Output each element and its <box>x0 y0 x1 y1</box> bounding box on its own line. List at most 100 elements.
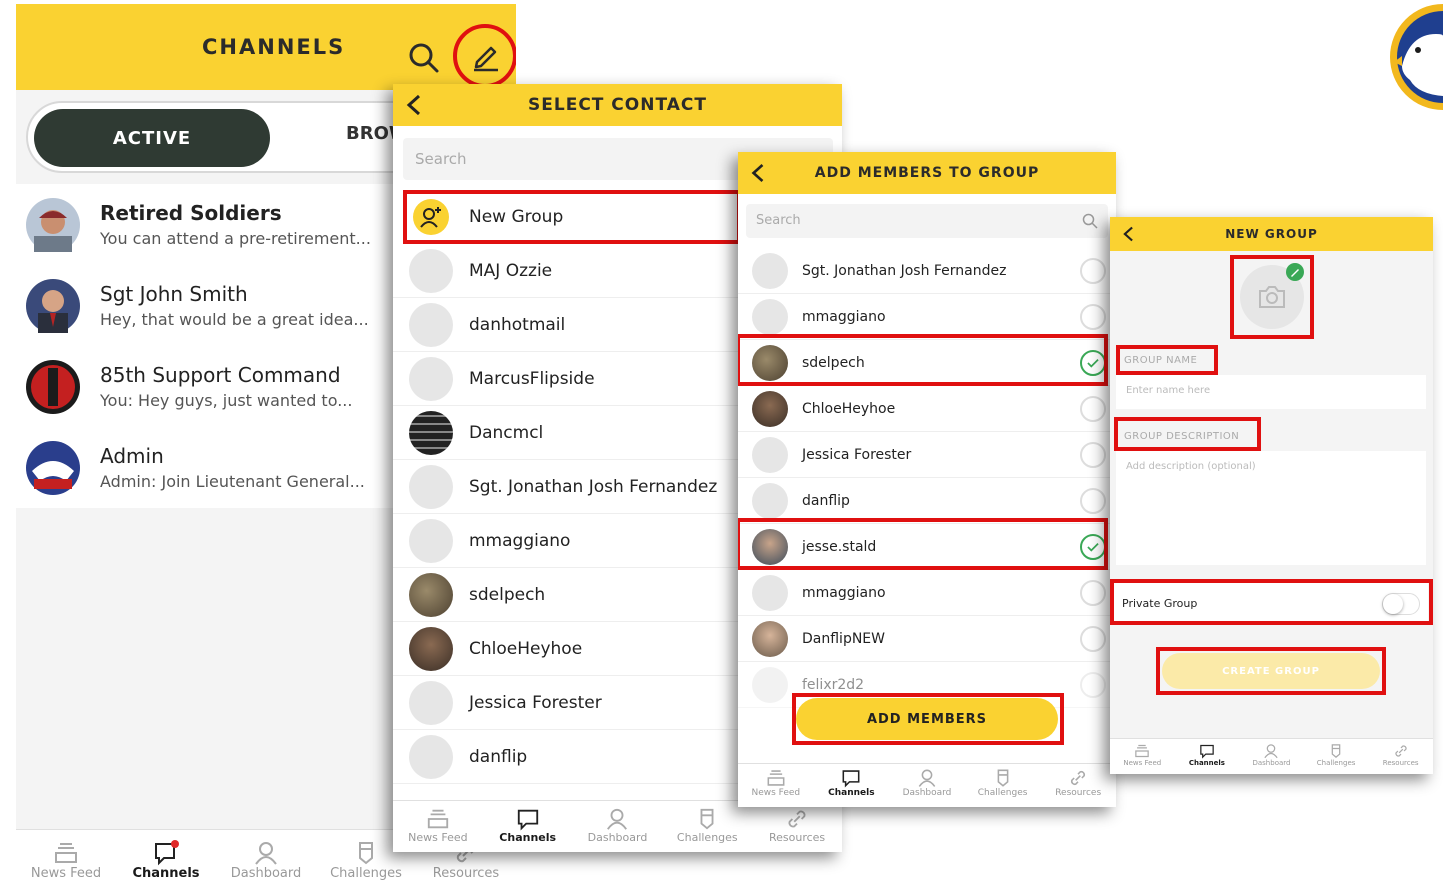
nav-resources[interactable]: Resources <box>1368 743 1433 774</box>
member-list: Sgt. Jonathan Josh Fernandez mmaggiano s… <box>738 248 1116 708</box>
camera-icon <box>1259 286 1285 308</box>
select-checkbox[interactable] <box>1080 488 1106 514</box>
select-checkbox[interactable] <box>1080 626 1106 652</box>
member-name: mmaggiano <box>802 308 886 325</box>
edit-badge-icon[interactable] <box>1286 263 1304 281</box>
nav-news-feed[interactable]: News Feed <box>1110 743 1175 774</box>
news-feed-icon <box>767 770 785 786</box>
avatar <box>409 572 453 617</box>
member-row[interactable]: danflip <box>738 478 1116 524</box>
member-row[interactable]: mmaggiano <box>738 294 1116 340</box>
back-icon[interactable] <box>405 94 423 116</box>
nav-label: Challenges <box>977 788 1028 798</box>
nav-dashboard[interactable]: Dashboard <box>573 807 663 852</box>
contact-name: danflip <box>469 746 528 767</box>
news-feed-icon <box>1135 744 1150 758</box>
screen-title: ADD MEMBERS TO GROUP <box>814 165 1040 181</box>
group-desc-input[interactable]: Add description (optional) <box>1116 451 1426 565</box>
select-checkbox[interactable] <box>1080 396 1106 422</box>
nav-label: Dashboard <box>902 788 952 798</box>
search-field[interactable]: Search <box>746 204 1108 238</box>
add-members-button[interactable]: ADD MEMBERS <box>796 698 1058 740</box>
nav-label: News Feed <box>1123 759 1162 767</box>
create-group-button[interactable]: CREATE GROUP <box>1162 653 1380 689</box>
select-checkbox[interactable] <box>1080 442 1106 468</box>
nav-channels[interactable]: Channels <box>116 840 216 891</box>
avatar <box>752 390 788 427</box>
contact-name: Jessica Forester <box>469 692 602 713</box>
avatar <box>409 680 453 725</box>
channels-header: CHANNELS <box>16 4 516 90</box>
nav-channels[interactable]: Channels <box>1175 743 1240 774</box>
nav-dashboard[interactable]: Dashboard <box>889 768 965 807</box>
dashboard-icon <box>1264 744 1279 759</box>
contact-name: mmaggiano <box>469 530 571 551</box>
nav-challenges[interactable]: Challenges <box>965 768 1041 807</box>
nav-news-feed[interactable]: News Feed <box>393 807 483 852</box>
select-checkbox[interactable] <box>1080 258 1106 284</box>
contact-name: danhotmail <box>469 314 566 335</box>
member-name: danflip <box>802 492 850 509</box>
avatar <box>26 359 80 414</box>
member-name: mmaggiano <box>802 584 886 601</box>
nav-label: Dashboard <box>230 866 302 881</box>
avatar <box>409 410 453 455</box>
member-row[interactable]: sdelpech <box>738 340 1116 386</box>
nav-label: Resources <box>432 866 500 881</box>
checkmark-icon[interactable] <box>1080 534 1106 560</box>
dashboard-icon <box>607 808 628 830</box>
select-checkbox[interactable] <box>1080 304 1106 330</box>
new-group-header: NEW GROUP <box>1110 217 1433 251</box>
channel-preview: You: Hey guys, just wanted to... <box>100 391 353 410</box>
avatar <box>409 302 453 347</box>
add-members-screen: ADD MEMBERS TO GROUP Search Sgt. Jonatha… <box>738 152 1116 807</box>
search-icon[interactable] <box>408 42 440 74</box>
avatar <box>752 252 788 289</box>
avatar <box>409 248 453 293</box>
nav-challenges[interactable]: Challenges <box>1304 743 1369 774</box>
select-checkbox[interactable] <box>1080 672 1106 698</box>
group-name-input[interactable]: Enter name here <box>1116 375 1426 409</box>
nav-resources[interactable]: Resources <box>752 807 842 852</box>
member-row[interactable]: Sgt. Jonathan Josh Fernandez <box>738 248 1116 294</box>
avatar <box>752 344 788 381</box>
member-row[interactable]: jesse.stald <box>738 524 1116 570</box>
create-group-label: CREATE GROUP <box>1222 665 1320 677</box>
contact-name: Dancmcl <box>469 422 544 443</box>
challenges-icon <box>359 842 373 865</box>
nav-news-feed[interactable]: News Feed <box>16 840 116 891</box>
member-row[interactable]: mmaggiano <box>738 570 1116 616</box>
back-icon[interactable] <box>1122 226 1135 242</box>
nav-dashboard[interactable]: Dashboard <box>1239 743 1304 774</box>
member-row[interactable]: Jessica Forester <box>738 432 1116 478</box>
select-checkbox[interactable] <box>1080 580 1106 606</box>
private-group-toggle[interactable] <box>1382 593 1420 615</box>
nav-dashboard[interactable]: Dashboard <box>216 840 316 891</box>
member-row[interactable]: ChloeHeyhoe <box>738 386 1116 432</box>
nav-label: Dashboard <box>1252 759 1291 767</box>
nav-channels[interactable]: Channels <box>814 768 890 807</box>
add-group-icon <box>413 199 449 235</box>
channel-name: Admin <box>100 444 164 468</box>
new-group-screen: NEW GROUP GROUP NAME Enter name here GRO… <box>1110 217 1433 774</box>
contact-name: Sgt. Jonathan Josh Fernandez <box>469 476 718 497</box>
checkmark-icon[interactable] <box>1080 350 1106 376</box>
avatar <box>752 298 788 335</box>
nav-label: Dashboard <box>587 831 648 844</box>
dashboard-icon <box>255 842 277 865</box>
nav-channels[interactable]: Channels <box>483 807 573 852</box>
avatar <box>752 528 788 565</box>
avatar <box>26 278 80 333</box>
back-icon[interactable] <box>750 163 766 183</box>
group-photo-picker[interactable] <box>1240 263 1304 329</box>
nav-challenges[interactable]: Challenges <box>662 807 752 852</box>
challenges-icon <box>700 808 714 830</box>
bottom-nav: News Feed Channels Dashboard Challenges … <box>1110 738 1433 774</box>
compose-icon[interactable] <box>469 40 501 72</box>
add-members-label: ADD MEMBERS <box>866 711 988 727</box>
member-row[interactable]: DanflipNEW <box>738 616 1116 662</box>
member-name: jesse.stald <box>802 538 877 555</box>
nav-news-feed[interactable]: News Feed <box>738 768 814 807</box>
nav-resources[interactable]: Resources <box>1040 768 1116 807</box>
tab-active[interactable]: ACTIVE <box>34 109 270 167</box>
